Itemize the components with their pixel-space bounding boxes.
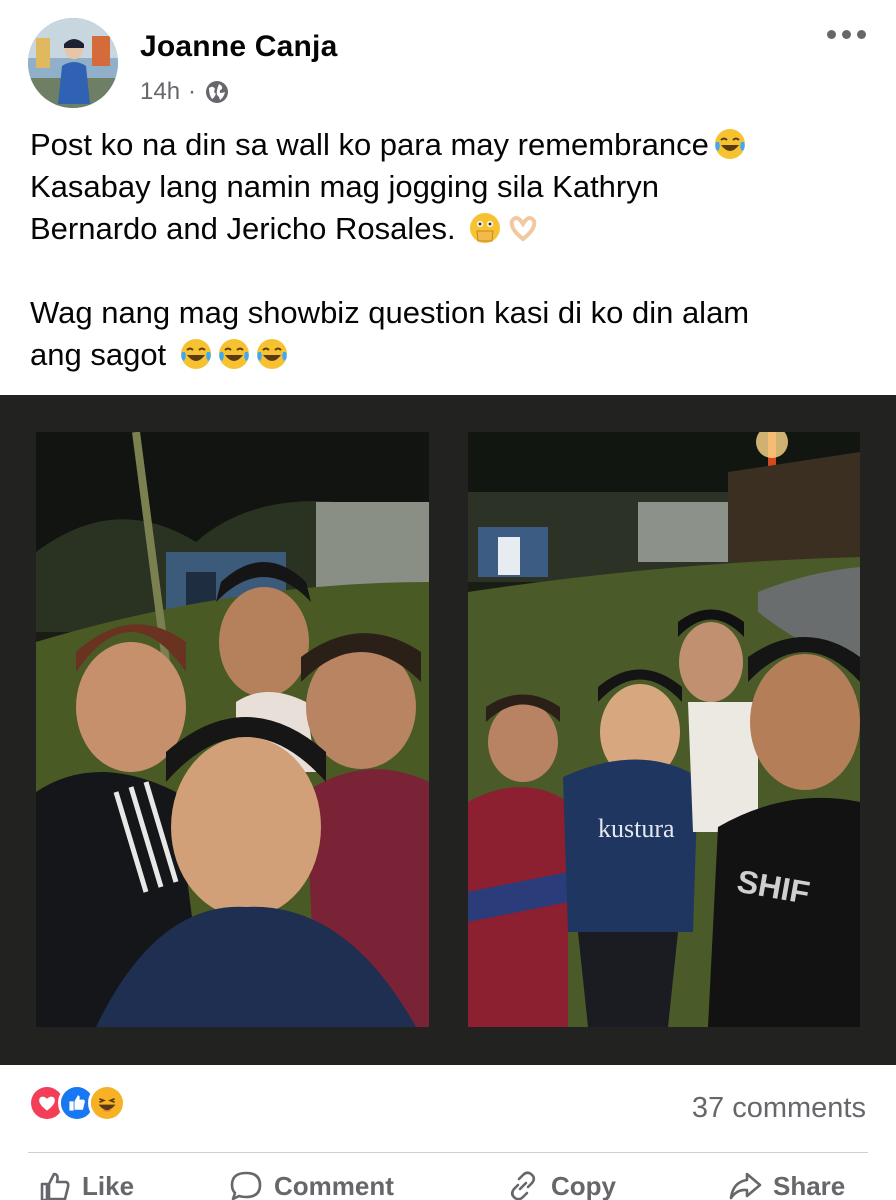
post-actions: Like Comment Copy Share [0,1168,896,1200]
haha-icon [88,1084,126,1122]
post-text-line: ang sagot [30,334,870,376]
post-text-line: Kasabay lang namin mag jogging sila Kath… [30,169,659,204]
copy-label: Copy [551,1170,616,1200]
avatar[interactable] [28,18,118,108]
comment-label: Comment [274,1170,394,1200]
post-time[interactable]: 14h [140,78,180,106]
post-meta: 14h · [140,78,230,106]
comment-bubble-icon [230,1171,262,1200]
author-name[interactable]: Joanne Canja [140,30,337,64]
laughing-crying-emoji-icon [180,339,211,369]
laughing-crying-emoji-icon [218,339,249,369]
heart-hands-emoji-icon [510,216,537,242]
share-label: Share [773,1170,846,1200]
post-text-line: Post ko na din sa wall ko para may remem… [30,124,870,166]
laughing-crying-emoji-icon [256,339,287,369]
comment-button[interactable]: Comment [228,1168,394,1200]
globe-icon [204,79,230,105]
reactions-summary[interactable] [28,1084,126,1122]
face-with-open-eyes-hand-over-mouth-emoji-icon [470,213,501,243]
dot [857,30,866,39]
photo-right[interactable]: kustura SHIF [468,432,860,1027]
share-button[interactable]: Share [727,1168,845,1200]
laughing-crying-emoji-icon [714,129,745,159]
thumbs-up-icon [40,1172,70,1200]
post-text-line: Wag nang mag showbiz question kasi di ko… [30,295,750,330]
share-arrow-icon [729,1172,762,1200]
dot [827,30,836,39]
more-options-icon[interactable] [827,30,866,39]
copy-button[interactable]: Copy [505,1168,616,1200]
post-text-line: Bernardo and Jericho Rosales. [30,208,870,250]
like-button[interactable]: Like [36,1168,134,1200]
meta-separator: · [188,78,197,105]
like-label: Like [82,1170,135,1200]
photo-collage: kustura SHIF [0,395,896,1065]
post-body: Post ko na din sa wall ko para may remem… [30,124,870,376]
divider [28,1152,868,1153]
comments-count[interactable]: 37 comments [692,1092,866,1125]
photo-left[interactable] [36,432,429,1027]
post-header: Joanne Canja 14h · [0,0,896,120]
link-icon [510,1171,536,1200]
dot [842,30,851,39]
shirt-print-text: kustura [598,814,675,843]
